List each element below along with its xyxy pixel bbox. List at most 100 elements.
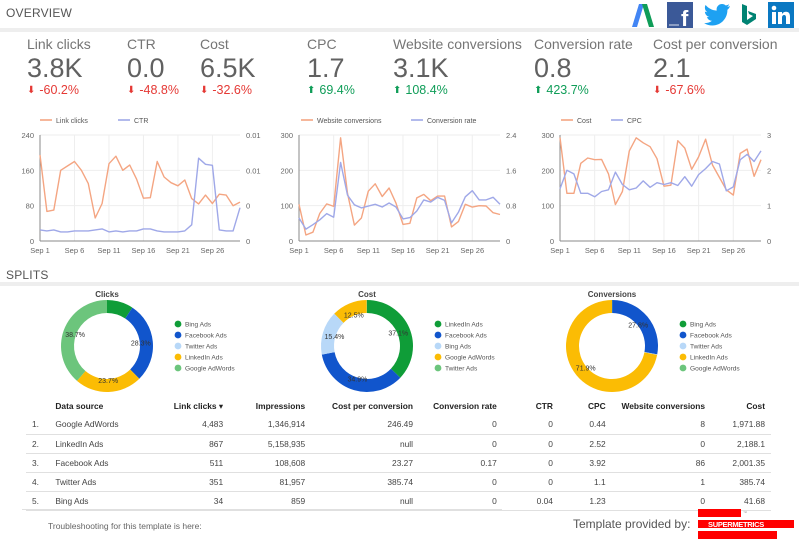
kpi-value: 3.8K	[27, 53, 83, 83]
cell-cost-per-conversion: 385.74	[311, 472, 419, 492]
x-tick-label: Sep 26	[460, 246, 484, 255]
kpi-delta-value: 69.4%	[319, 83, 355, 97]
y-right-tick-label: 0.01	[246, 131, 261, 140]
arrow-up-icon: ⬆	[307, 84, 316, 96]
x-tick-label: Sep 11	[357, 246, 380, 255]
cell-conversion-rate: 0	[419, 434, 503, 454]
legend-item-linkedin-ads: LinkedIn Ads	[174, 353, 223, 362]
cell-conversion-rate: 0	[419, 415, 503, 435]
cell-cpc: 1.23	[558, 491, 612, 511]
legend-label: Twitter Ads	[185, 344, 218, 351]
col-conversion-rate[interactable]: Conversion rate	[419, 397, 503, 415]
col-cost[interactable]: Cost	[711, 397, 771, 415]
donut-slice-label: 34.9%	[347, 377, 367, 384]
table-row: 4. Twitter Ads 351 81,957 385.74 0 0 1.1…	[26, 472, 771, 492]
legend-label: Facebook Ads	[445, 333, 487, 340]
cell-ctr: 0.04	[502, 491, 559, 511]
cell-cost-per-conversion: null	[311, 434, 419, 454]
col-website-conversions[interactable]: Website conversions	[612, 397, 711, 415]
line-chart-clicks-ctr: Link clicks CTR 0 0 80 0 160 0.01 240 0.01 Sep 1 Se…	[0, 110, 270, 270]
cell-website-conversions: 8	[611, 415, 712, 435]
donut-title: Clicks	[95, 290, 119, 299]
y-right-tick-label: 0	[767, 237, 771, 246]
trademark-symbol: ™	[743, 510, 747, 515]
x-tick-label: Sep 21	[687, 246, 711, 255]
cell-conversion-rate: 0.17	[419, 453, 503, 473]
donut-slice-label: 12.5%	[344, 313, 364, 320]
kpi-delta: ⬇ -60.2%	[27, 83, 91, 97]
bing-logo-icon	[740, 2, 758, 28]
kpi-label: Conversion rate	[534, 36, 633, 52]
legend-item-cpc: CPC	[611, 118, 642, 125]
arrow-down-icon: ⬇	[127, 84, 136, 96]
col-link-clicks-sorted[interactable]: Link clicks ▾	[143, 397, 229, 415]
legend-dot	[679, 320, 687, 328]
y-right-tick-label: 0	[246, 237, 250, 246]
legend-label: LinkedIn Ads	[185, 355, 223, 362]
legend-dot	[174, 342, 182, 350]
legend-label: Bing Ads	[690, 322, 717, 329]
twitter-logo-icon	[703, 2, 731, 28]
cell-link-clicks: 351	[142, 472, 230, 492]
col-data-source[interactable]: Data source	[49, 397, 142, 415]
y-right-tick-label: 0.01	[246, 166, 261, 175]
legend-item-linkedin-ads: LinkedIn Ads	[679, 353, 728, 362]
legend-item-cost: Cost	[561, 118, 591, 125]
donut-slice-label: 37.1%	[388, 331, 408, 338]
y-left-tick-label: 300	[541, 131, 554, 140]
kpi-label: Cost	[200, 36, 229, 52]
x-tick-label: Sep 16	[391, 246, 415, 255]
troubleshooting-link[interactable]: Troubleshooting for this template is her…	[48, 521, 202, 531]
cell-website-conversions: 86	[611, 453, 712, 473]
cell-link-clicks: 511	[142, 453, 230, 473]
kpi-delta: ⬆ 108.4%	[393, 83, 522, 97]
col-impressions[interactable]: Impressions	[229, 397, 311, 415]
legend-dot	[679, 364, 687, 372]
cell-cpc: 3.92	[558, 453, 612, 473]
y-left-tick-label: 0	[30, 237, 34, 246]
kpi-delta: ⬇ -32.6%	[200, 83, 256, 97]
cell-link-clicks: 4,483	[142, 415, 230, 435]
cell-cost-per-conversion: 246.49	[311, 415, 419, 435]
y-left-tick-label: 200	[280, 166, 293, 175]
donut-slice-linkedin-ads	[367, 300, 413, 378]
cell-cpc: 0.44	[558, 415, 612, 435]
series-line-website-conversions	[298, 137, 501, 236]
col-ctr[interactable]: CTR	[503, 397, 559, 415]
x-tick-label: Sep 11	[618, 246, 641, 255]
table-row: 5. Bing Ads 34 859 null 0 0.04 1.23 0 41…	[26, 491, 771, 511]
legend-dot	[174, 320, 182, 328]
legend-dot	[434, 353, 442, 361]
cell-cpc: 2.52	[558, 434, 612, 454]
col-cpc[interactable]: CPC	[559, 397, 612, 415]
y-left-tick-label: 300	[280, 131, 293, 140]
svg-text:f: f	[681, 6, 689, 28]
legend-item-website-conversions: Website conversions	[301, 118, 382, 125]
kpi-delta-value: 108.4%	[405, 83, 448, 97]
kpi-value: 3.1K	[393, 53, 449, 83]
donut-slice-label: 15.4%	[325, 334, 345, 341]
kpi-cost-per-conversion: Cost per conversion 2.1 ⬇ -67.6%	[653, 36, 778, 97]
x-tick-label: Sep 26	[201, 246, 225, 255]
cell-link-clicks: 34	[142, 491, 230, 511]
cell-cost: 41.68	[711, 491, 771, 511]
legend-label: Google AdWords	[445, 355, 495, 362]
cell-impressions: 5,158,935	[229, 434, 312, 454]
series-line-ctr	[39, 157, 241, 233]
cell-ctr: 0	[502, 453, 559, 473]
x-tick-label: Sep 21	[166, 246, 190, 255]
legend-item-ctr: CTR	[118, 118, 148, 125]
cell-cpc: 1.1	[558, 472, 612, 492]
overview-title: OVERVIEW	[6, 6, 73, 20]
arrow-up-icon: ⬆	[534, 84, 543, 96]
legend-item-facebook-ads: Facebook Ads	[679, 331, 732, 340]
supermetrics-logo[interactable]: ™ SUPERMETRICS	[698, 509, 794, 540]
kpi-delta-value: -32.6%	[212, 83, 252, 97]
legend-dot	[679, 353, 687, 361]
kpi-label: CPC	[307, 36, 337, 52]
cell-website-conversions: 1	[611, 472, 712, 492]
kpi-delta-value: 423.7%	[546, 83, 589, 97]
col-cost-per-conversion[interactable]: Cost per conversion	[311, 397, 419, 415]
kpi-label: Link clicks	[27, 36, 91, 52]
legend-dot	[174, 331, 182, 339]
